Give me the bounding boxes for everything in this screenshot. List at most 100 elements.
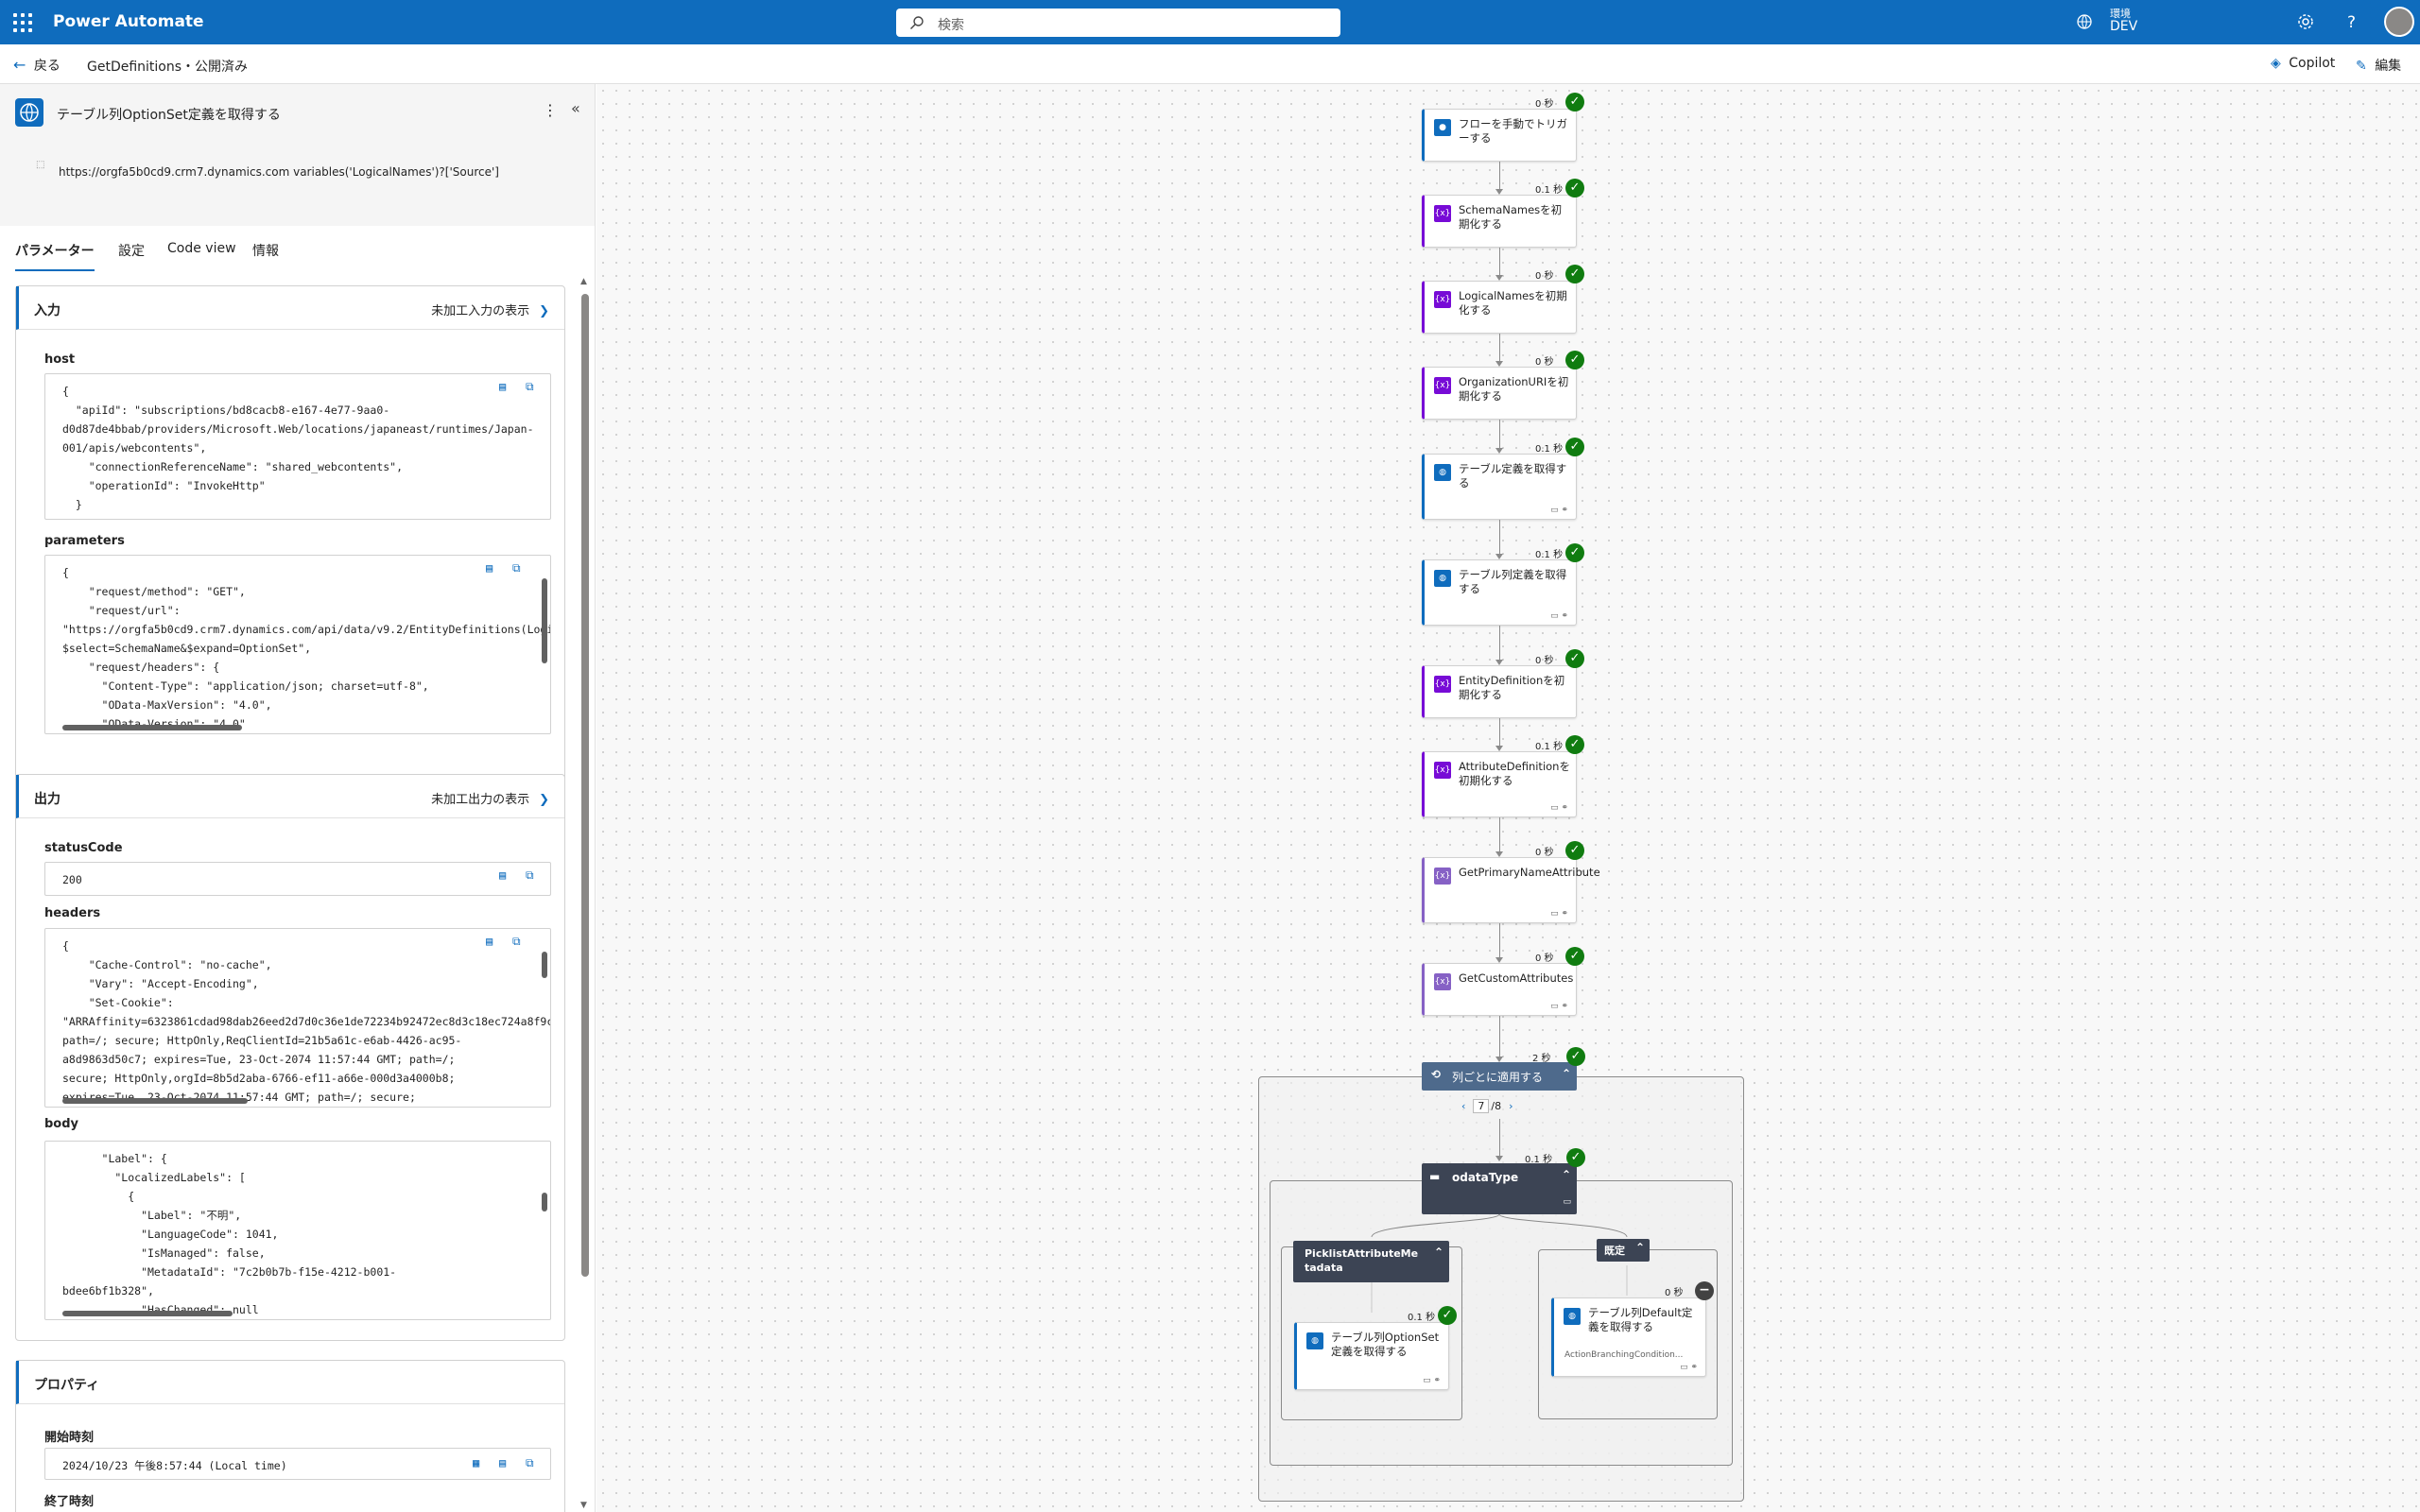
flow-action-label: OrganizationURIを初期化する — [1459, 375, 1569, 403]
flow-action-label: テーブル定義を取得する — [1459, 462, 1567, 490]
horizontal-scroll-thumb[interactable] — [62, 1311, 233, 1316]
more-options-icon[interactable]: ⋮ — [543, 101, 558, 119]
duration-label: 0 秒 — [1535, 271, 1554, 282]
back-button[interactable]: ← 戻る — [13, 56, 60, 75]
horizontal-scroll-thumb[interactable] — [62, 725, 242, 730]
chevron-up-icon[interactable]: ⌃ — [1562, 1067, 1571, 1080]
flow-canvas[interactable]: ● フローを手動でトリガーする 0 秒 ✓ {x} SchemaNamesを初期化する 0.… — [596, 84, 2420, 1512]
copy-icon[interactable]: ⧉ — [526, 380, 541, 395]
variable-icon: {x} — [1434, 291, 1451, 308]
show-raw-outputs-link[interactable]: 未加工出力の表示 ❯ — [431, 789, 549, 807]
vertical-scroll-thumb[interactable] — [542, 952, 547, 978]
link-icon: ⬚ — [36, 160, 45, 170]
comment-icon[interactable]: ▭ ⚭ — [1423, 1376, 1441, 1385]
apply-to-each-header[interactable]: ⟲ 列ごとに適用する ⌃ — [1422, 1062, 1577, 1091]
panel-scrollbar[interactable]: ▲ ▼ — [580, 277, 590, 1510]
vertical-scroll-thumb[interactable] — [542, 578, 547, 663]
chevron-up-icon[interactable]: ⌃ — [1562, 1168, 1571, 1181]
connector-line — [1499, 248, 1500, 275]
duration-label: 0 秒 — [1535, 848, 1554, 858]
calendar-icon[interactable]: ▦ — [473, 1456, 488, 1471]
copilot-button[interactable]: ◈ Copilot — [2271, 56, 2335, 71]
flow-action-3[interactable]: {x} LogicalNamesを初期化する — [1422, 281, 1577, 334]
settings-icon[interactable] — [2296, 12, 2315, 31]
help-icon[interactable]: ? — [2342, 12, 2361, 31]
start-time-field[interactable]: 2024/10/23 午後8:57:44 (Local time) ▦ ▤ ⧉ — [44, 1448, 551, 1480]
chevron-up-icon[interactable]: ⌃ — [1434, 1246, 1443, 1259]
search-box[interactable]: 検索 — [896, 9, 1340, 37]
app-launcher-icon[interactable] — [13, 13, 32, 32]
app-name[interactable]: Power Automate — [53, 12, 204, 31]
pencil-icon: ✎ — [2356, 59, 2367, 74]
horizontal-scroll-thumb[interactable] — [62, 1098, 248, 1104]
headers-field[interactable]: { "Cache-Control": "no-cache", "Vary": "… — [44, 928, 551, 1108]
format-icon[interactable]: ▤ — [499, 1456, 514, 1471]
status-code-field[interactable]: 200 ▤ ⧉ — [44, 862, 551, 896]
collapse-panel-icon[interactable]: « — [571, 99, 580, 117]
parameters-field[interactable]: { "request/method": "GET", "request/url"… — [44, 555, 551, 734]
chevron-up-icon[interactable]: ⌃ — [1635, 1241, 1645, 1254]
host-field[interactable]: { "apiId": "subscriptions/bd8cacb8-e167-… — [44, 373, 551, 520]
panel-scroll-thumb[interactable] — [581, 294, 589, 1277]
flow-action-5[interactable]: ◍ テーブル定義を取得する ▭ ⚭ — [1422, 454, 1577, 520]
format-icon[interactable]: ▤ — [499, 380, 514, 395]
search-icon — [910, 16, 924, 29]
flow-action-2[interactable]: {x} SchemaNamesを初期化する — [1422, 195, 1577, 248]
comment-icon[interactable]: ▭ ⚭ — [1680, 1363, 1698, 1372]
headers-label: headers — [44, 906, 101, 920]
flow-action-6[interactable]: ◍ テーブル列定義を取得する ▭ ⚭ — [1422, 559, 1577, 626]
body-field[interactable]: "Label": { "LocalizedLabels": [ { "Label… — [44, 1141, 551, 1320]
flow-action-10[interactable]: {x} GetCustomAttributes ▭ ⚭ — [1422, 963, 1577, 1016]
comment-icon[interactable]: ▭ ⚭ — [1550, 506, 1568, 515]
copy-icon[interactable]: ⧉ — [512, 935, 527, 950]
default-header[interactable]: 既定 ⌃ — [1597, 1239, 1650, 1262]
horizontal-scrollbar[interactable] — [49, 724, 522, 731]
switch-header[interactable]: ▬ odataType ⌃ ▭ — [1422, 1163, 1577, 1214]
tab-settings[interactable]: 設定 — [118, 241, 145, 260]
edit-button[interactable]: ✎ 編集 — [2356, 56, 2401, 75]
flow-action-1[interactable]: ● フローを手動でトリガーする — [1422, 109, 1577, 162]
avatar[interactable] — [2384, 7, 2414, 37]
copy-icon[interactable]: ⧉ — [526, 868, 541, 884]
prev-iteration-icon[interactable]: ‹ — [1461, 1100, 1465, 1112]
flow-action-4[interactable]: {x} OrganizationURIを初期化する — [1422, 367, 1577, 420]
tab-info[interactable]: 情報 — [252, 241, 279, 260]
copy-icon[interactable]: ⧉ — [526, 1456, 541, 1471]
vertical-scrollbar[interactable] — [541, 933, 548, 1093]
comment-icon[interactable]: ▭ ⚭ — [1550, 1002, 1568, 1011]
variable-icon: {x} — [1434, 868, 1451, 885]
apply-to-each-duration: 2 秒 — [1532, 1054, 1551, 1064]
format-icon[interactable]: ▤ — [486, 935, 501, 950]
copy-icon[interactable]: ⧉ — [512, 561, 527, 576]
flow-action-7[interactable]: {x} EntityDefinitionを初期化する — [1422, 665, 1577, 718]
flow-action-8[interactable]: {x} AttributeDefinitionを初期化する ▭ ⚭ — [1422, 751, 1577, 817]
svg-text:?: ? — [2347, 13, 2356, 31]
format-icon[interactable]: ▤ — [499, 868, 514, 884]
scroll-down-icon[interactable]: ▼ — [580, 1501, 587, 1510]
case-header[interactable]: PicklistAttributeMetadata ⌃ — [1293, 1241, 1449, 1282]
format-icon[interactable]: ▤ — [486, 561, 501, 576]
show-raw-inputs-link[interactable]: 未加工入力の表示 ❯ — [431, 301, 549, 318]
tab-code-view[interactable]: Code view — [167, 241, 236, 256]
connector-line — [1499, 420, 1500, 448]
next-iteration-icon[interactable]: › — [1509, 1100, 1512, 1112]
comment-icon[interactable]: ▭ ⚭ — [1550, 611, 1568, 621]
iteration-pager[interactable]: ‹ 7/8 › — [1461, 1099, 1513, 1113]
tab-parameters[interactable]: パラメーター — [15, 241, 95, 260]
flow-action-label: GetCustomAttributes — [1459, 971, 1574, 985]
comment-icon[interactable]: ▭ — [1563, 1197, 1571, 1207]
flow-action-default-definition[interactable]: ◍ テーブル列Default定義を取得する ▭ ⚭ — [1551, 1297, 1706, 1377]
flow-action-case-optionset[interactable]: ◍ テーブル列OptionSet定義を取得する ▭ ⚭ — [1294, 1322, 1449, 1390]
horizontal-scrollbar[interactable] — [49, 1097, 522, 1105]
panel-header: テーブル列OptionSet定義を取得する ⋮ « ⬚ https://orgf… — [0, 84, 595, 226]
vertical-scroll-thumb[interactable] — [542, 1193, 547, 1211]
comment-icon[interactable]: ▭ ⚭ — [1550, 909, 1568, 919]
horizontal-scrollbar[interactable] — [49, 1310, 522, 1317]
vertical-scrollbar[interactable] — [541, 1145, 548, 1306]
scroll-up-icon[interactable]: ▲ — [580, 277, 587, 286]
flow-action-9[interactable]: {x} GetPrimaryNameAttribute ▭ ⚭ — [1422, 857, 1600, 923]
vertical-scrollbar[interactable] — [541, 559, 548, 720]
iteration-number[interactable]: 7 — [1473, 1099, 1490, 1113]
comment-icon[interactable]: ▭ ⚭ — [1550, 803, 1568, 813]
flow-action-label: SchemaNamesを初期化する — [1459, 203, 1563, 231]
